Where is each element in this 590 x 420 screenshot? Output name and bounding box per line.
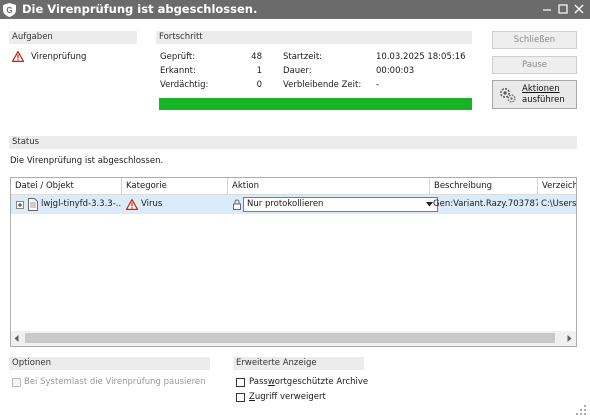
cell-category: Virus xyxy=(141,199,163,209)
lock-icon xyxy=(233,199,241,210)
scrollbar-thumb[interactable] xyxy=(25,333,555,343)
column-header-category[interactable]: Kategorie xyxy=(122,178,228,194)
progress-fill xyxy=(159,98,472,110)
column-header-directory[interactable]: Verzeichnis xyxy=(538,178,576,194)
table-header: Datei / Objekt Kategorie Aktion Beschrei… xyxy=(11,178,576,195)
detected-label: Erkannt: xyxy=(160,66,196,76)
results-table: Datei / Objekt Kategorie Aktion Beschrei… xyxy=(10,177,577,347)
suspicious-label: Verdächtig: xyxy=(160,80,209,90)
column-header-file[interactable]: Datei / Objekt xyxy=(11,178,122,194)
section-header-aufgaben: Aufgaben xyxy=(9,31,137,44)
checked-value: 48 xyxy=(251,52,262,62)
status-text: Die Virenprüfung ist abgeschlossen. xyxy=(10,156,164,166)
gears-icon xyxy=(500,88,516,103)
close-button[interactable]: Schließen xyxy=(492,31,577,49)
access-denied-label: Zugriff verweigert xyxy=(249,392,326,402)
file-icon xyxy=(28,198,38,211)
duration-label: Dauer: xyxy=(283,66,312,76)
column-header-action[interactable]: Aktion xyxy=(228,178,430,194)
access-denied-checkbox[interactable] xyxy=(236,393,245,402)
scroll-right-icon[interactable] xyxy=(567,335,572,342)
duration-value: 00:00:03 xyxy=(376,66,415,76)
svg-text:G: G xyxy=(6,6,12,15)
window-title: Die Virenprüfung ist abgeschlossen. xyxy=(22,2,258,16)
password-archives-checkbox[interactable] xyxy=(236,378,245,387)
scroll-left-icon[interactable] xyxy=(14,335,19,342)
resize-grip-icon[interactable] xyxy=(576,405,587,416)
dropdown-arrow-icon xyxy=(426,202,433,207)
action-dropdown[interactable]: Nur protokollieren xyxy=(243,197,438,212)
section-header-fortschritt: Fortschritt xyxy=(156,31,472,44)
task-label[interactable]: Virenprüfung xyxy=(31,52,86,63)
remaining-time-value: - xyxy=(376,80,380,90)
actions-button-label-1: Aktionen xyxy=(522,84,560,94)
warning-icon xyxy=(12,51,24,62)
cell-directory: C:\Users\ xyxy=(541,199,576,209)
title-bar: G Die Virenprüfung ist abgeschlossen. xyxy=(0,0,590,19)
start-time-value: 10.03.2025 18:05:16 xyxy=(376,52,466,62)
remaining-time-label: Verbleibende Zeit: xyxy=(283,80,362,90)
suspicious-value: 0 xyxy=(256,80,262,90)
expand-icon[interactable] xyxy=(16,201,24,209)
pause-on-load-label: Bei Systemlast die Virenprüfung pausiere… xyxy=(24,377,206,387)
pause-button[interactable]: Pause xyxy=(492,56,577,74)
action-dropdown-value: Nur protokollieren xyxy=(247,199,324,209)
warning-icon xyxy=(126,199,138,210)
gdata-logo-icon: G xyxy=(3,3,16,17)
cell-file: lwjgl-tinyfd-3.3.3-... xyxy=(41,199,121,209)
checked-label: Geprüft: xyxy=(160,52,196,62)
start-time-label: Startzeit: xyxy=(283,52,323,62)
actions-button[interactable]: Aktionen ausführen xyxy=(492,80,577,109)
close-icon[interactable] xyxy=(568,0,590,19)
actions-button-label-2: ausführen xyxy=(522,95,565,105)
section-header-optionen: Optionen xyxy=(9,357,210,370)
password-archives-label: Passwortgeschützte Archive xyxy=(249,377,369,387)
pause-on-load-checkbox[interactable] xyxy=(12,378,21,387)
progress-bar xyxy=(159,98,472,110)
section-header-status: Status xyxy=(9,136,577,149)
cell-action: Nur protokollieren xyxy=(228,195,438,214)
horizontal-scrollbar[interactable] xyxy=(11,331,576,346)
table-row[interactable]: lwjgl-tinyfd-3.3.3-... Virus Nur protoko… xyxy=(11,195,576,214)
section-header-erweitert: Erweiterte Anzeige xyxy=(233,357,364,370)
column-header-description[interactable]: Beschreibung xyxy=(430,178,538,194)
cell-description: Gen:Variant.Razy.703787 (... xyxy=(433,199,538,209)
detected-value: 1 xyxy=(256,66,262,76)
